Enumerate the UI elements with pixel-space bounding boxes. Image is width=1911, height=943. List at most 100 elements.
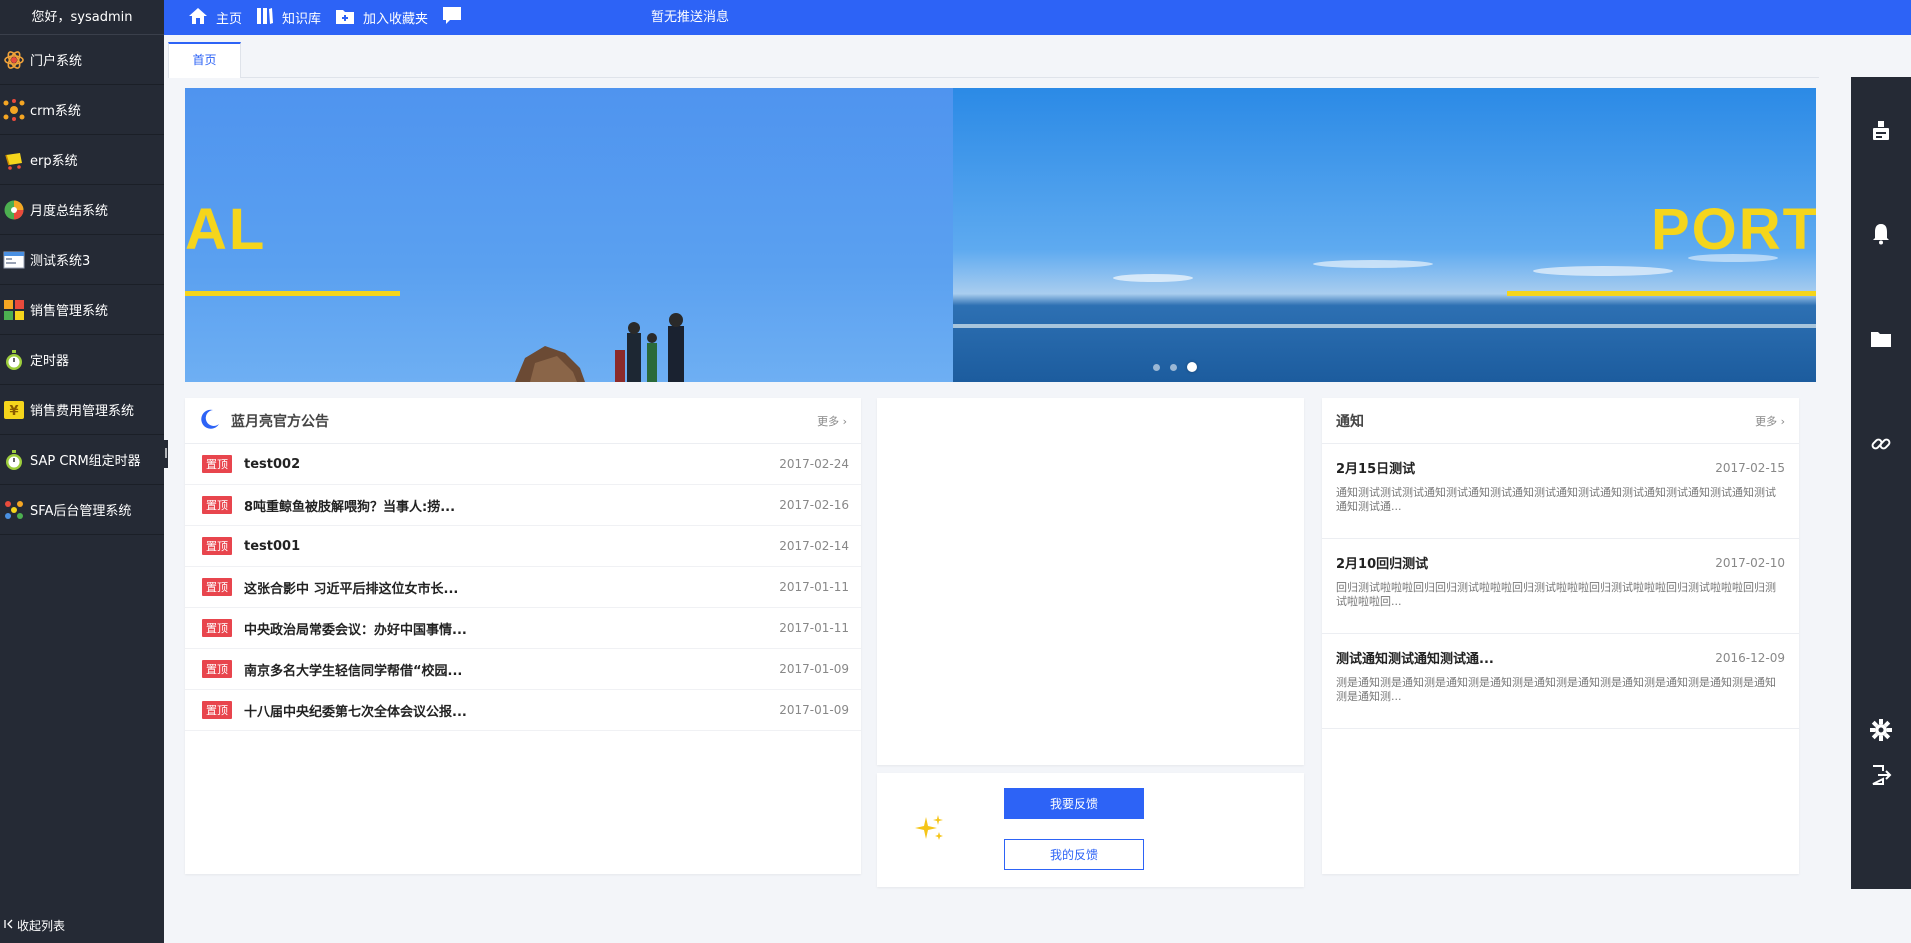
sidebar-item-portal[interactable]: 门户系统 <box>0 35 164 85</box>
carousel-dots <box>1153 362 1207 372</box>
more-label: 更多 <box>817 414 840 428</box>
svg-text:¥: ¥ <box>9 404 18 419</box>
notice-item-title: 测试通知测试通知测试通... <box>1336 652 1494 667</box>
announcement-row-title: test002 <box>244 456 301 472</box>
announcement-row-date: 2017-02-24 <box>779 457 849 471</box>
sidebar-item-label: 销售费用管理系统 <box>30 404 135 419</box>
user-badge-icon[interactable] <box>1869 119 1893 143</box>
sidebar-item-test-system-3[interactable]: 测试系统3 <box>0 235 164 285</box>
announcement-row-date: 2017-01-11 <box>779 580 849 594</box>
banner-left-bar <box>185 291 400 296</box>
home-link[interactable]: 主页 <box>188 7 242 29</box>
notice-item-head: 测试通知测试通知测试通... 2016-12-09 <box>1336 648 1785 668</box>
notice-item[interactable]: 2月15日测试 2017-02-15 通知测试测试测试通知测试通知测试通知测试通… <box>1322 444 1799 539</box>
pinned-badge: 置顶 <box>202 701 232 719</box>
announcement-header: 蓝月亮官方公告 更多 › <box>185 398 861 444</box>
gear-icon[interactable] <box>1869 718 1893 742</box>
announcement-row-title: 十八届中央纪委第七次全体会议公报... <box>244 704 467 720</box>
pinned-badge: 置顶 <box>202 455 232 473</box>
push-message-text: 暂无推送消息 <box>651 10 730 25</box>
sidebar-item-sfa-admin[interactable]: SFA后台管理系统 <box>0 485 164 535</box>
link-icon[interactable] <box>1869 432 1893 456</box>
sidebar-item-monthly-summary[interactable]: 月度总结系统 <box>0 185 164 235</box>
notice-item-head: 2月15日测试 2017-02-15 <box>1336 458 1785 478</box>
home-label: 主页 <box>216 12 243 27</box>
notice-item-body: 测是通知测是通知测是通知测是通知测是通知测是通知测是通知测是通知测是通知测是通知… <box>1336 676 1776 703</box>
folder-icon[interactable] <box>1869 327 1893 351</box>
window-icon <box>2 248 26 272</box>
announcement-row[interactable]: 置顶 这张合影中 习近平后排这位女市长... 2017-01-11 <box>185 567 861 608</box>
announcement-card: 蓝月亮官方公告 更多 › 置顶 test002 2017-02-24 置顶 8吨… <box>185 398 861 874</box>
sparkle-icon <box>915 813 945 847</box>
notice-item-body: 回归测试啦啦啦回归回归测试啦啦啦回归测试啦啦啦回归测试啦啦啦回归测试啦啦啦回归测… <box>1336 581 1776 608</box>
sidebar-item-label: erp系统 <box>30 154 78 169</box>
announcement-title: 蓝月亮官方公告 <box>231 413 329 430</box>
pinned-badge: 置顶 <box>202 660 232 678</box>
collapse-list-button[interactable]: 收起列表 <box>0 915 65 935</box>
yen-icon: ¥ <box>2 398 26 422</box>
bell-icon[interactable] <box>1869 222 1893 246</box>
rocks-people-illustration <box>515 313 684 382</box>
sidebar-item-crm[interactable]: crm系统 <box>0 85 164 135</box>
sidebar-item-sales-expense[interactable]: ¥ 销售费用管理系统 <box>0 385 164 435</box>
moon-icon <box>199 408 221 434</box>
announcement-row[interactable]: 置顶 南京多名大学生轻信同学帮借“校园... 2017-01-09 <box>185 649 861 690</box>
atom-icon <box>2 48 26 72</box>
announcement-row[interactable]: 置顶 8吨重鲸鱼被肢解喂狗？当事人:捞... 2017-02-16 <box>185 485 861 526</box>
tab-home[interactable]: 首页 <box>168 42 241 78</box>
announcement-row[interactable]: 置顶 test001 2017-02-14 <box>185 526 861 567</box>
notice-item[interactable]: 2月10回归测试 2017-02-10 回归测试啦啦啦回归回归测试啦啦啦回归测试… <box>1322 539 1799 634</box>
pinned-badge: 置顶 <box>202 619 232 637</box>
more-label: 更多 <box>1755 414 1778 428</box>
logout-icon[interactable] <box>1869 763 1893 787</box>
collapse-list-label: 收起列表 <box>17 918 66 933</box>
sidebar-item-sap-crm-timer[interactable]: SAP CRM组定时器 <box>0 435 164 485</box>
announcement-row[interactable]: 置顶 中央政治局常委会议：办好中国事情... 2017-01-11 <box>185 608 861 649</box>
sidebar-item-label: 销售管理系统 <box>30 304 109 319</box>
sidebar-item-timer[interactable]: 定时器 <box>0 335 164 385</box>
notice-item-date: 2016-12-09 <box>1715 650 1785 665</box>
notice-more-link[interactable]: 更多 › <box>1755 413 1785 429</box>
main-content: AL PORT 蓝月亮官方公告 更多 › 置顶 test002 2017-02-… <box>168 78 1816 914</box>
dots-icon <box>2 498 26 522</box>
announcement-more-link[interactable]: 更多 › <box>817 413 847 429</box>
book-icon <box>256 7 282 29</box>
sidebar-item-label: 月度总结系统 <box>30 204 109 219</box>
submit-feedback-button[interactable]: 我要反馈 <box>1004 788 1144 819</box>
messages-button[interactable] <box>442 6 470 30</box>
chat-icon <box>442 6 470 30</box>
right-toolbar <box>1851 77 1911 889</box>
banner-right-bar <box>1507 291 1816 296</box>
pinned-badge: 置顶 <box>202 496 232 514</box>
knowledge-base-link[interactable]: 知识库 <box>256 7 321 29</box>
carousel-dot-1[interactable] <box>1153 363 1160 371</box>
banner-left-word: AL <box>185 197 267 262</box>
pinned-badge: 置顶 <box>202 537 232 555</box>
announcement-row-title: test001 <box>244 538 301 554</box>
blocks-icon <box>2 298 26 322</box>
announcement-row[interactable]: 置顶 十八届中央纪委第七次全体会议公报... 2017-01-09 <box>185 690 861 731</box>
announcement-row-date: 2017-02-16 <box>779 498 849 512</box>
sidebar-item-erp[interactable]: erp系统 <box>0 135 164 185</box>
announcement-row-date: 2017-01-09 <box>779 662 849 676</box>
feedback-card: 我要反馈 我的反馈 <box>877 773 1304 887</box>
carousel-dot-2[interactable] <box>1170 363 1177 371</box>
announcement-row-title: 这张合影中 习近平后排这位女市长... <box>244 581 459 597</box>
carousel-dot-3[interactable] <box>1187 362 1197 372</box>
banner-carousel[interactable]: AL PORT <box>185 88 1816 382</box>
sidebar-item-label: SFA后台管理系统 <box>30 504 132 519</box>
sidebar-item-label: 定时器 <box>30 354 70 369</box>
cart-icon <box>2 148 26 172</box>
notice-item[interactable]: 测试通知测试通知测试通... 2016-12-09 测是通知测是通知测是通知测是… <box>1322 634 1799 729</box>
announcement-row[interactable]: 置顶 test002 2017-02-24 <box>185 444 861 485</box>
my-feedback-button[interactable]: 我的反馈 <box>1004 839 1144 870</box>
top-bar: 主页 知识库 加入收藏夹 暂无推送消息 <box>164 0 1911 35</box>
announcement-row-date: 2017-01-09 <box>779 703 849 717</box>
stopwatch-icon <box>2 348 26 372</box>
sidebar-item-sales-management[interactable]: 销售管理系统 <box>0 285 164 335</box>
home-icon <box>188 7 216 29</box>
middle-card <box>877 398 1304 765</box>
add-favorite-link[interactable]: 加入收藏夹 <box>335 7 428 29</box>
notice-item-date: 2017-02-10 <box>1715 555 1785 570</box>
announcement-row-date: 2017-02-14 <box>779 539 849 553</box>
